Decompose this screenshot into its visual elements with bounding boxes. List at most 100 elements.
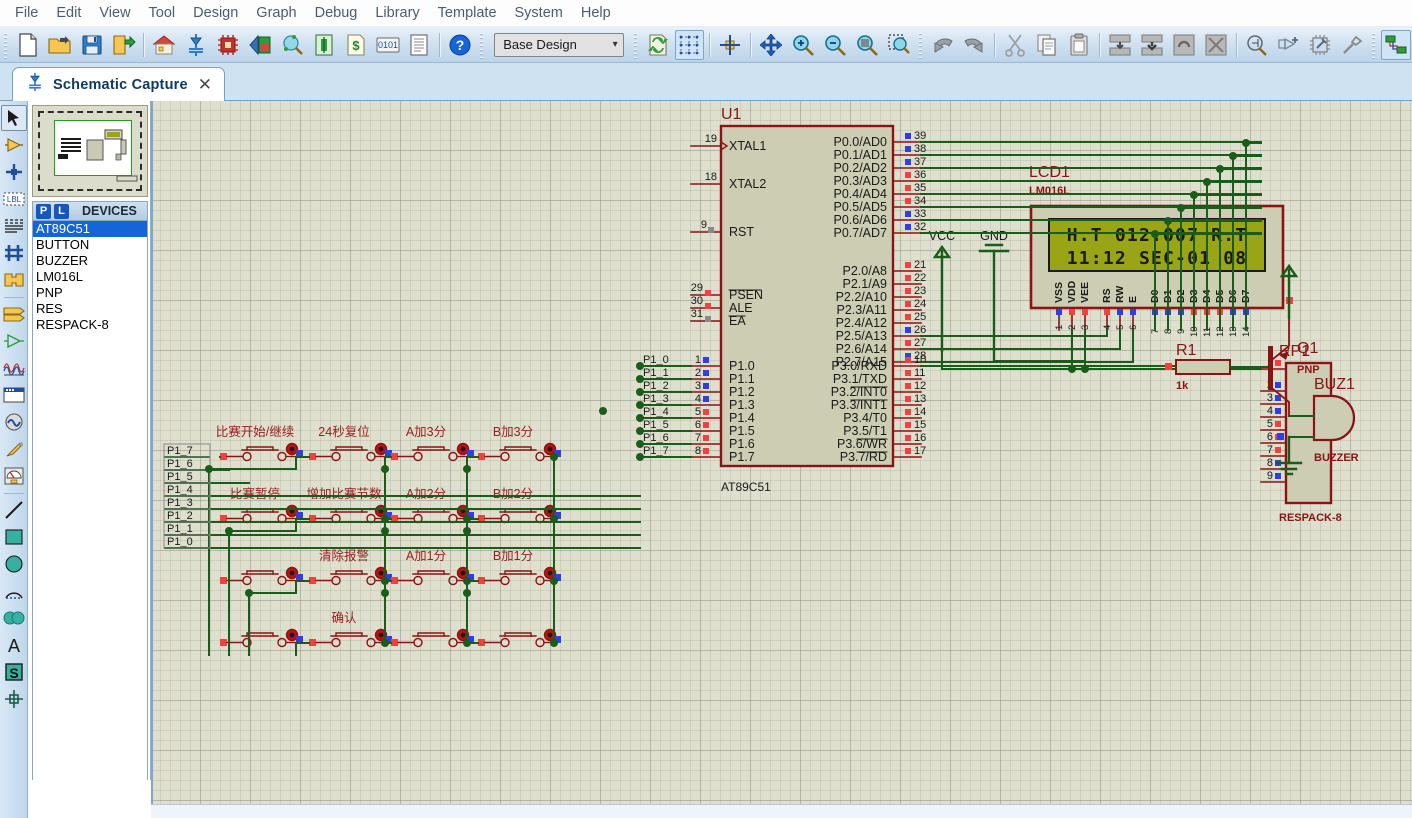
subcircuit-icon[interactable] (1, 267, 27, 293)
menu-item-tool[interactable]: Tool (140, 2, 185, 24)
gnd-label: GND (980, 229, 1008, 243)
buses-icon[interactable] (1, 240, 27, 266)
paste-icon[interactable] (1064, 30, 1094, 60)
undo-icon[interactable] (928, 30, 958, 60)
refresh-icon[interactable] (643, 30, 673, 60)
device-item-pnp[interactable]: PNP (33, 285, 147, 301)
svg-text:11: 11 (914, 367, 925, 379)
schematic-canvas[interactable]: LCD1 LM016L H.T 012:007 R.T 11:12 SEC-01… (151, 101, 1412, 818)
menu-item-file[interactable]: File (6, 2, 47, 24)
overview-preview[interactable] (32, 105, 148, 197)
device-item-res[interactable]: RES (33, 301, 147, 317)
junction-dot-icon[interactable] (1, 159, 27, 185)
menu-item-library[interactable]: Library (366, 2, 428, 24)
toolbar-grip-5[interactable] (1370, 30, 1378, 59)
device-item-button[interactable]: BUTTON (33, 237, 147, 253)
toolbar-grip-2[interactable] (478, 30, 487, 59)
horizontal-scrollbar[interactable] (151, 804, 1412, 818)
sheet-selector[interactable]: Base Design ▾ (494, 32, 624, 57)
text-icon[interactable]: A (1, 632, 27, 658)
line-icon[interactable] (1, 497, 27, 523)
zoom-all-icon[interactable] (852, 30, 882, 60)
tape-recorder-icon[interactable] (1, 382, 27, 408)
marker-icon[interactable] (1, 686, 27, 712)
open-folder-icon[interactable] (45, 30, 75, 60)
symbol-icon[interactable]: S (1, 659, 27, 685)
help-icon[interactable]: ? (445, 30, 475, 60)
menu-item-debug[interactable]: Debug (306, 2, 367, 24)
menu-item-design[interactable]: Design (184, 2, 247, 24)
zoom-area-icon[interactable] (884, 30, 914, 60)
text-script-icon[interactable] (1, 213, 27, 239)
graph-icon[interactable] (1, 355, 27, 381)
tab-schematic-capture[interactable]: Schematic Capture ✕ (12, 67, 225, 101)
path-icon[interactable] (1, 605, 27, 631)
block-copy-icon[interactable] (1105, 30, 1135, 60)
circle-icon[interactable] (1, 551, 27, 577)
bill-of-materials-icon[interactable] (309, 30, 339, 60)
toolbar-grip-4[interactable] (916, 30, 925, 59)
make-device-icon[interactable] (1273, 30, 1303, 60)
decompose-icon[interactable] (1337, 30, 1367, 60)
selection-arrow-icon[interactable] (0, 105, 27, 131)
report-icon[interactable]: $ (341, 30, 371, 60)
cut-icon[interactable] (1000, 30, 1030, 60)
svg-text:9: 9 (701, 219, 707, 231)
netlist-transfer-icon[interactable] (1380, 29, 1411, 60)
origin-icon[interactable] (715, 30, 745, 60)
menu-item-graph[interactable]: Graph (247, 2, 305, 24)
menu-item-template[interactable]: Template (429, 2, 506, 24)
toolbar-grip-3[interactable] (631, 30, 640, 59)
toggle-grid-icon[interactable] (674, 29, 705, 60)
generator-icon[interactable] (1, 409, 27, 435)
virtual-instrument-icon[interactable] (1, 463, 27, 489)
toolbar-grip[interactable] (2, 30, 10, 59)
component-icon[interactable] (1, 132, 27, 158)
copy-icon[interactable] (1032, 30, 1062, 60)
menu-item-edit[interactable]: Edit (47, 2, 90, 24)
device-item-at89c51[interactable]: AT89C51 (33, 221, 147, 237)
device-item-lm016l[interactable]: LM016L (33, 269, 147, 285)
report-doc-icon[interactable] (404, 30, 434, 60)
3d-viewer-icon[interactable] (245, 30, 275, 60)
pick-device-icon[interactable] (1242, 30, 1272, 60)
pan-icon[interactable] (756, 30, 786, 60)
voltage-probe-icon[interactable] (1, 436, 27, 462)
menu-item-system[interactable]: System (506, 2, 572, 24)
wire-label-icon[interactable]: LBL (1, 186, 27, 212)
terminals-icon[interactable] (1, 301, 27, 327)
box-icon[interactable] (1, 524, 27, 550)
design-explorer-icon[interactable] (277, 30, 307, 60)
schematic-capture-icon[interactable] (181, 30, 211, 60)
svg-text:A: A (7, 636, 19, 655)
pick-device-badge[interactable]: P (36, 203, 51, 219)
pcb-layout-icon[interactable] (213, 30, 243, 60)
close-icon[interactable]: ✕ (196, 76, 214, 93)
arc-icon[interactable] (1, 578, 27, 604)
new-file-icon[interactable] (13, 30, 43, 60)
save-disk-icon[interactable] (77, 30, 107, 60)
zoom-in-icon[interactable] (788, 30, 818, 60)
library-badge[interactable]: L (54, 203, 69, 219)
block-move-icon[interactable] (1137, 30, 1167, 60)
svg-text:22: 22 (914, 272, 926, 284)
svg-text:增加比赛节数: 增加比赛节数 (306, 486, 382, 501)
menu-item-help[interactable]: Help (572, 2, 620, 24)
zoom-out-icon[interactable] (820, 30, 850, 60)
menu-item-view[interactable]: View (90, 2, 139, 24)
source-code-icon[interactable]: 0101 (373, 30, 403, 60)
vcc-label: VCC (929, 229, 955, 243)
import-export-icon[interactable] (109, 30, 139, 60)
devices-list[interactable]: AT89C51 BUTTON BUZZER LM016L PNP RES RES… (32, 221, 148, 813)
block-rotate-icon[interactable] (1169, 30, 1199, 60)
svg-text:33: 33 (914, 208, 926, 220)
svg-text:24: 24 (914, 298, 926, 310)
redo-icon[interactable] (960, 30, 990, 60)
device-pin-icon[interactable] (1, 328, 27, 354)
packaging-tool-icon[interactable] (1305, 30, 1335, 60)
block-delete-icon[interactable] (1201, 30, 1231, 60)
home-icon[interactable] (149, 30, 179, 60)
svg-text:XTAL1: XTAL1 (729, 139, 766, 153)
device-item-buzzer[interactable]: BUZZER (33, 253, 147, 269)
device-item-respack-8[interactable]: RESPACK-8 (33, 317, 147, 333)
